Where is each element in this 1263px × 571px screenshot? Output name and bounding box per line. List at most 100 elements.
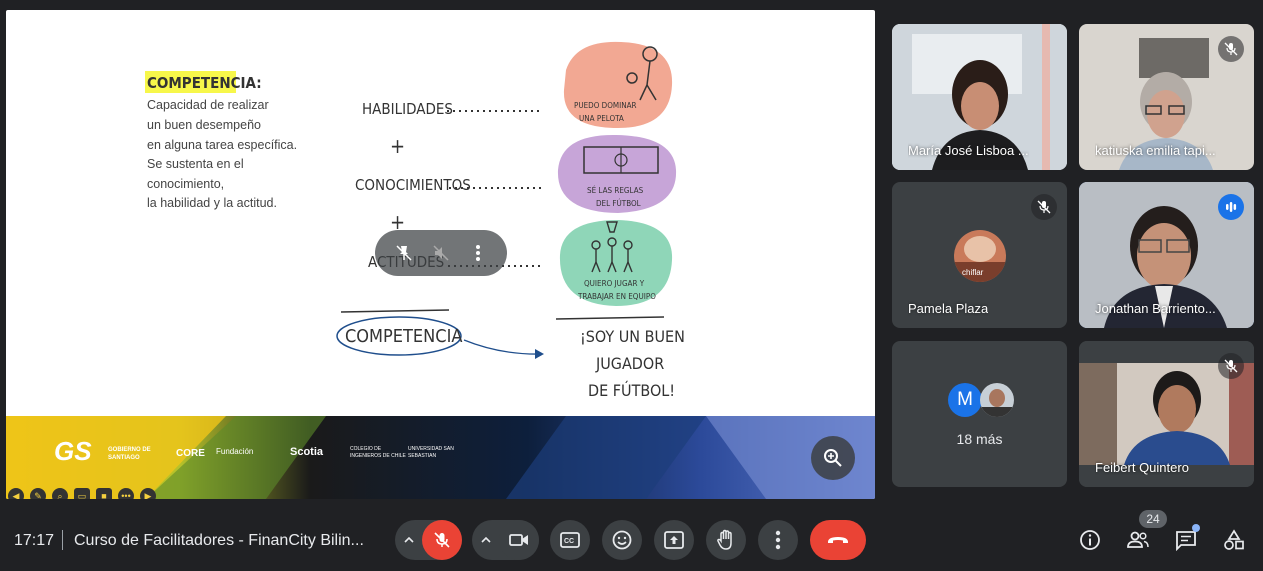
gs-logo: GS [54,436,92,466]
result-line: JUGADOR [595,354,664,373]
plus-sign: + [390,134,405,158]
participant-name: María José Lisboa ... [908,143,1029,158]
captions-button[interactable]: CC [550,520,590,560]
pin-off-icon [396,245,412,261]
mic-off-icon [1037,200,1051,214]
raise-hand-icon [717,529,732,550]
more-options-icon [775,530,781,550]
mic-control-group [395,520,462,560]
audio-options-button[interactable] [395,537,422,543]
raise-hand-button[interactable] [706,520,746,560]
fundacion-logo: Fundación [216,447,254,456]
zoom-in-icon [824,449,842,467]
meeting-info-button[interactable] [1074,524,1106,556]
definition-line: en alguna tarea específica. [147,138,297,152]
activities-button[interactable] [1218,524,1250,556]
pin-off-button[interactable] [388,237,420,269]
clock: 17:17 [14,532,55,549]
more-vert-icon [476,245,481,261]
volume-off-icon [433,245,449,261]
mute-presentation-button[interactable] [425,237,457,269]
chat-notification-dot [1192,524,1200,532]
emoji-icon [612,530,632,550]
muted-indicator [1218,353,1244,379]
avatar: chiflar [954,230,1006,282]
definition-line: un buen desempeño [147,118,261,132]
blob1-text: PUEDO DOMINAR [574,101,637,110]
speaking-indicator [1218,194,1244,220]
captions-icon: CC [560,532,580,548]
conocimientos-label: CONOCIMIENTOS [355,176,471,194]
camera-toggle-button[interactable] [499,520,539,560]
divider [62,530,63,550]
more-participants-tile[interactable]: M 18 más [892,341,1067,487]
participant-name: Jonathan Barriento... [1095,301,1216,316]
activities-icon [1224,529,1244,550]
pen-icon[interactable]: ✎ [30,488,46,499]
core-logo: CORE [176,448,205,459]
participant-tile[interactable]: katiuska emilia tapi... [1079,24,1254,170]
next-icon[interactable]: ▶ [140,488,156,499]
camera-small-icon[interactable]: ■ [96,488,112,499]
competencia-heading: COMPETENCIA: [147,74,262,92]
definition-line: Capacidad de realizar [147,98,269,112]
participant-name: Pamela Plaza [908,301,989,316]
more-count-label: 18 más [956,431,1003,447]
participant-tile[interactable]: chiflar Pamela Plaza [892,182,1067,328]
blob2-text: DEL FÚTBOL [596,197,641,208]
chevron-up-icon [480,537,491,543]
muted-indicator [1218,36,1244,62]
presentation-slide: COMPETENCIA: Capacidad de realizar un bu… [6,10,875,499]
avatar-caption: chiflar [962,268,984,277]
video-options-button[interactable] [472,537,499,543]
camera-control-group [472,520,539,560]
avatar [980,383,1014,417]
definition-line: conocimiento, [147,177,224,191]
avatar-letter: M [948,383,982,417]
blob3-text: QUIERO JUGAR Y [584,279,645,288]
habilidades-label: HABILIDADES [362,100,453,118]
overlay-more-button[interactable] [462,237,494,269]
zoom-in-button[interactable] [811,436,855,480]
participant-tile[interactable]: Feibert Quintero [1079,341,1254,487]
chat-icon [1176,531,1196,551]
mic-off-icon [1224,42,1238,56]
mic-off-icon [1224,359,1238,373]
scotia-logo: Scotia [290,446,324,458]
camera-icon [509,534,528,546]
blob2-text: SÉ LAS REGLAS [587,184,644,195]
presenter-overlay-controls [375,230,507,276]
emoji-button[interactable] [602,520,642,560]
uss-logo: UNIVERSIDAD SAN SEBASTIAN [408,446,454,459]
definition-line: la habilidad y la actitud. [147,196,277,210]
subtitles-icon[interactable]: ▭ [74,488,90,499]
present-icon [664,531,684,549]
end-call-icon [828,537,848,543]
svg-text:CC: CC [564,538,574,545]
chat-button[interactable] [1170,524,1202,556]
people-button[interactable] [1122,524,1154,556]
participant-tile-speaking[interactable]: Jonathan Barriento... [1079,182,1254,328]
result-line: DE FÚTBOL! [588,381,675,400]
present-button[interactable] [654,520,694,560]
participant-tile[interactable]: María José Lisboa ... [892,24,1067,170]
mic-toggle-button[interactable] [422,520,462,560]
blob1-text: UNA PELOTA [579,114,624,123]
arrow-sketch [463,339,543,355]
participant-name: katiuska emilia tapi... [1095,143,1216,158]
people-icon [1127,531,1149,548]
slide-canvas: COMPETENCIA: Capacidad de realizar un bu… [145,41,685,400]
definition-line: Se sustenta en el [147,157,244,171]
more-options-button[interactable] [758,520,798,560]
end-call-button[interactable] [810,520,866,560]
mic-off-icon [434,532,450,548]
participant-name: Feibert Quintero [1095,460,1189,475]
blob3-text: TRABAJAR EN EQUIPO [577,292,656,301]
zoom-small-icon[interactable]: ⌕ [52,488,68,499]
meeting-title: Curso de Facilitadores - FinanCity Bilin… [74,532,364,549]
info-icon [1080,530,1100,550]
result-line: ¡SOY UN BUEN [580,327,685,346]
more-icon[interactable]: ••• [118,488,134,499]
audio-level-icon [1226,202,1237,212]
prev-icon[interactable]: ◀ [8,488,24,499]
